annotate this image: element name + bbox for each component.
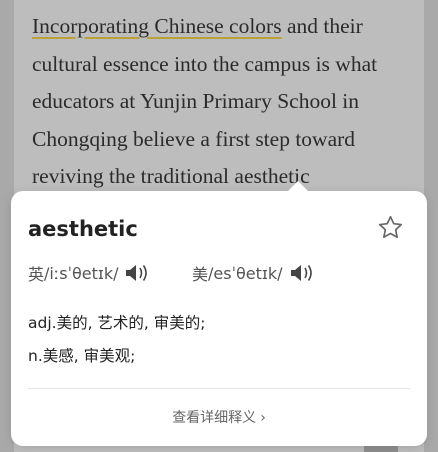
view-details-link[interactable]: 查看详细释义 ›	[11, 407, 427, 427]
headword: aesthetic	[28, 217, 138, 241]
us-label: 美	[192, 265, 209, 284]
article-body-text: and their cultural essence into the camp…	[32, 14, 378, 188]
popup-arrow	[287, 181, 309, 192]
speaker-icon[interactable]	[289, 263, 315, 283]
highlighted-phrase[interactable]: Incorporating Chinese colors	[32, 14, 282, 38]
uk-pronunciation: 英 /iːsˈθetɪk/	[28, 261, 150, 285]
speaker-icon[interactable]	[124, 263, 150, 283]
us-pronunciation: 美 /esˈθetɪk/	[192, 261, 315, 285]
uk-ipa: /iːsˈθetɪk/	[44, 263, 119, 283]
star-icon[interactable]	[377, 214, 404, 241]
article-text: Incorporating Chinese colors and their c…	[32, 8, 412, 196]
definition-noun: n.美感, 审美观;	[28, 347, 136, 365]
definition-adj: adj.美的, 艺术的, 审美的;	[28, 314, 206, 332]
chevron-right-icon: ›	[260, 410, 266, 426]
divider	[28, 388, 410, 389]
dictionary-popup: aesthetic 英 /iːsˈθetɪk/ 美 /esˈθetɪk/ adj…	[11, 181, 427, 446]
uk-label: 英	[28, 265, 45, 284]
view-details-label: 查看详细释义	[172, 410, 257, 426]
us-ipa: /esˈθetɪk/	[208, 263, 283, 283]
